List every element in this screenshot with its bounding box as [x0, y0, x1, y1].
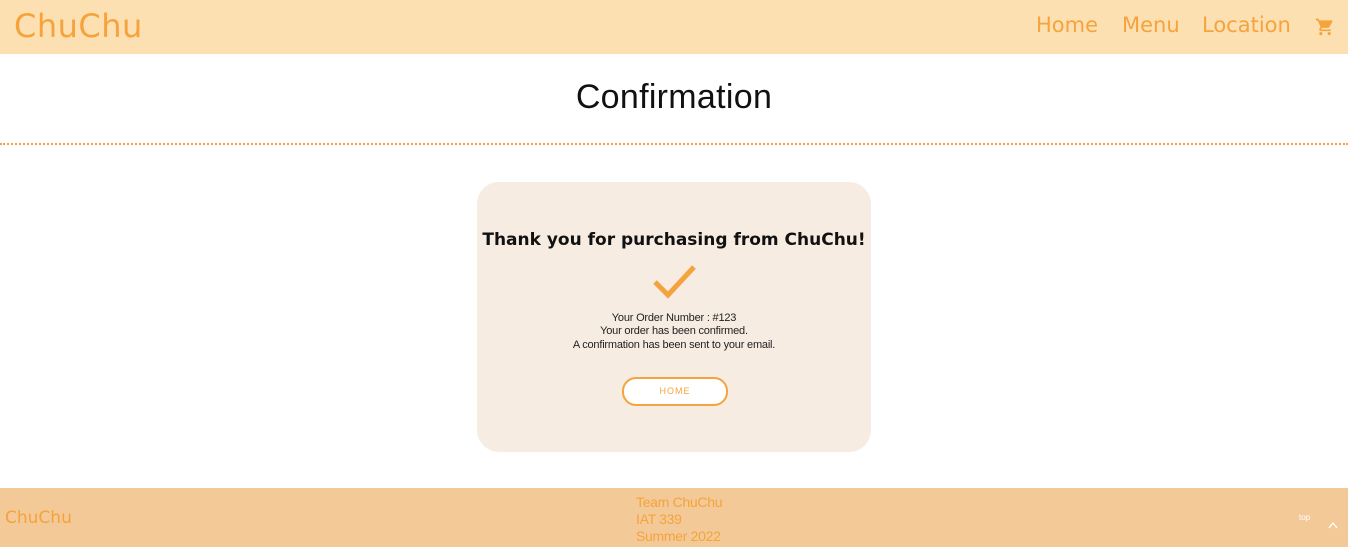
footer-course: IAT 339 — [636, 511, 682, 527]
footer: ChuChu Team ChuChu IAT 339 Summer 2022 t… — [0, 488, 1348, 547]
footer-team: Team ChuChu — [636, 494, 723, 510]
brand-logo[interactable]: ChuChu — [14, 7, 143, 45]
order-status: Your order has been confirmed. — [600, 325, 748, 337]
back-to-top-link[interactable]: top — [1299, 513, 1310, 522]
order-number: Your Order Number : #123 — [611, 312, 737, 324]
thank-you-heading: Thank you for purchasing from ChuChu! — [482, 230, 866, 250]
email-notice: A confirmation has been sent to your ema… — [572, 339, 776, 351]
nav-link-menu[interactable]: Menu — [1122, 13, 1180, 37]
navbar: ChuChu Home Menu Location — [0, 0, 1348, 54]
confirmation-card: Thank you for purchasing from ChuChu! Yo… — [477, 182, 871, 452]
home-button[interactable]: HOME — [622, 377, 728, 406]
footer-info: Team ChuChu IAT 339 Summer 2022 — [636, 494, 723, 545]
page-title: Confirmation — [575, 78, 773, 116]
nav-link-location[interactable]: Location — [1202, 13, 1291, 37]
title-divider — [0, 143, 1348, 145]
shopping-cart-icon[interactable] — [1315, 17, 1335, 37]
footer-term: Summer 2022 — [636, 528, 721, 544]
footer-brand: ChuChu — [5, 508, 72, 528]
checkmark-icon — [652, 264, 698, 300]
chevron-up-icon[interactable] — [1328, 514, 1338, 529]
nav-link-home[interactable]: Home — [1036, 13, 1098, 37]
